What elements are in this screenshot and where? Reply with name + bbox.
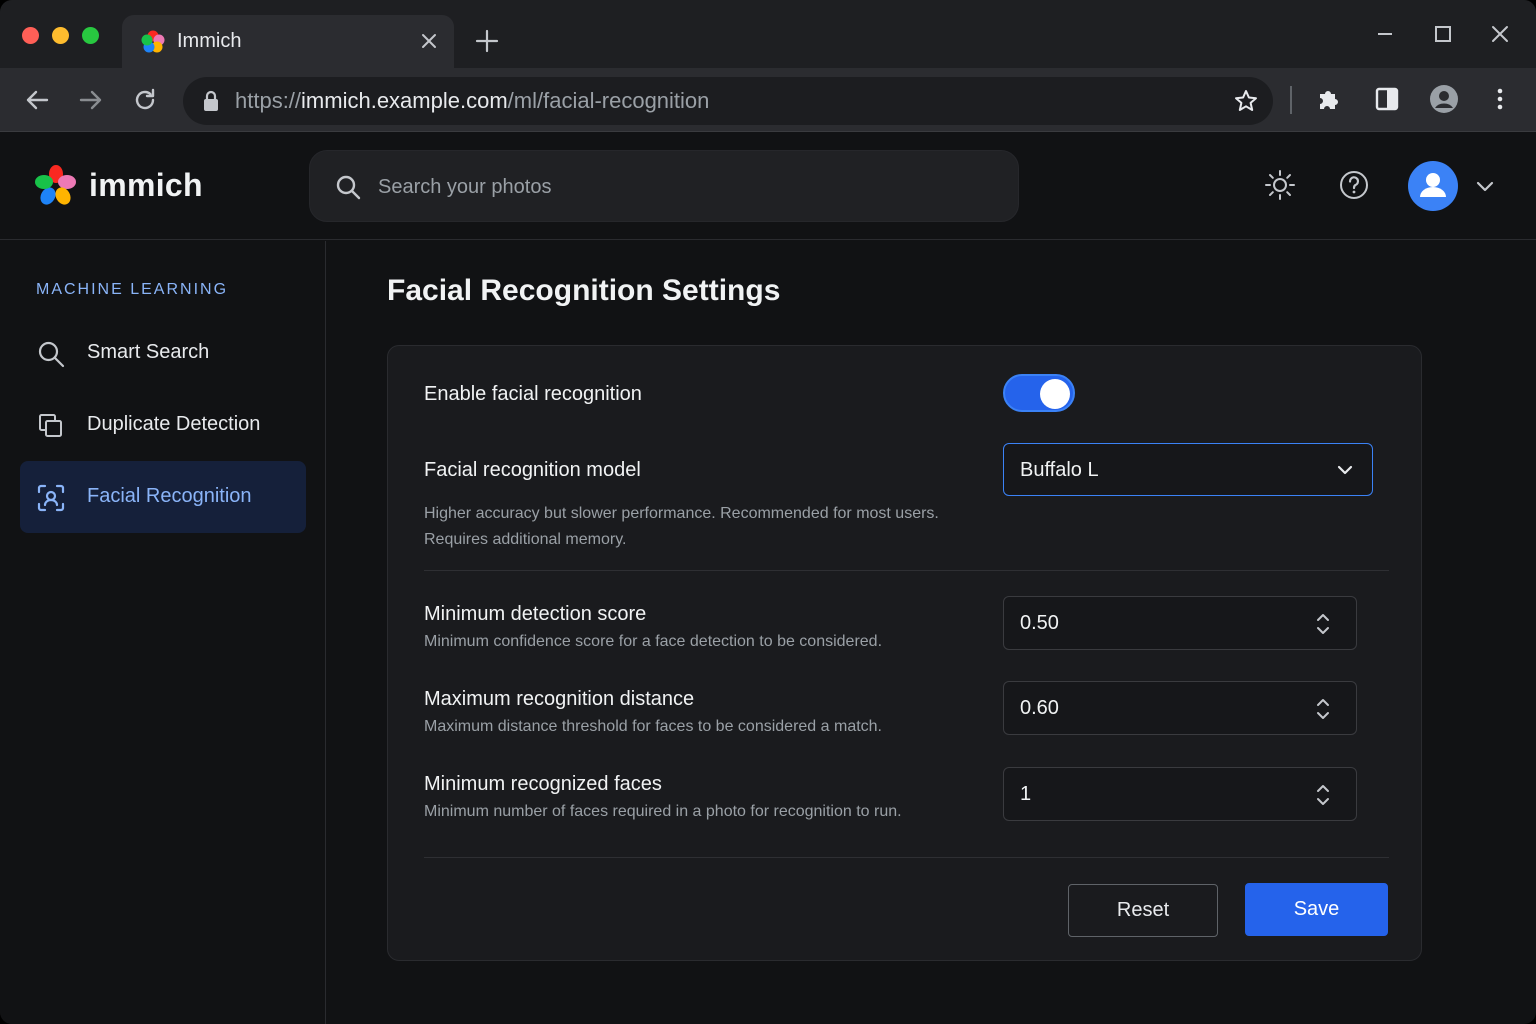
divider bbox=[424, 570, 1389, 571]
theme-sun-icon[interactable] bbox=[1262, 167, 1298, 203]
min-recognized-faces-label: Minimum recognized faces bbox=[424, 773, 662, 795]
sidebar-item-label: Facial Recognition bbox=[87, 485, 252, 507]
chevron-down-icon bbox=[1337, 465, 1353, 475]
search-input[interactable] bbox=[378, 169, 978, 205]
min-detection-score-input[interactable]: 0.50 bbox=[1003, 596, 1357, 650]
immich-favicon-icon bbox=[141, 30, 165, 53]
settings-card: Enable facial recognition Facial recogni… bbox=[387, 345, 1422, 961]
toggle-knob bbox=[1040, 379, 1070, 409]
browser-toolbar: https://immich.example.com/ml/facial-rec… bbox=[0, 68, 1536, 132]
duplicate-icon bbox=[39, 414, 62, 437]
search-bar[interactable] bbox=[309, 150, 1019, 222]
back-arrow-icon[interactable] bbox=[23, 86, 51, 114]
stepper-icon[interactable] bbox=[1310, 695, 1336, 723]
new-tab-icon[interactable] bbox=[474, 28, 500, 54]
enable-facial-recognition-label: Enable facial recognition bbox=[424, 383, 642, 405]
min-detection-score-description: Minimum confidence score for a face dete… bbox=[424, 633, 883, 650]
sidebar-item-duplicate-detection[interactable]: Duplicate Detection bbox=[20, 389, 306, 461]
chevron-down-icon[interactable] bbox=[1472, 173, 1498, 199]
model-select-value: Buffalo L bbox=[1020, 459, 1099, 481]
stepper-icon[interactable] bbox=[1310, 781, 1336, 809]
divider bbox=[424, 857, 1389, 858]
stepper-icon[interactable] bbox=[1310, 610, 1336, 638]
browser-tab[interactable]: Immich bbox=[122, 15, 454, 68]
search-icon bbox=[336, 175, 361, 200]
enable-facial-recognition-toggle[interactable] bbox=[1003, 374, 1075, 412]
close-window-dot[interactable] bbox=[22, 27, 39, 44]
brand-name[interactable]: immich bbox=[89, 167, 203, 204]
max-recognition-distance-value: 0.60 bbox=[1020, 697, 1059, 719]
close-tab-icon[interactable] bbox=[417, 29, 441, 53]
page-title: Facial Recognition Settings bbox=[387, 274, 781, 307]
sidebar: MACHINE LEARNING Smart Search Duplicate … bbox=[0, 241, 326, 1024]
bookmark-star-icon[interactable] bbox=[1233, 88, 1259, 114]
max-recognition-distance-description: Maximum distance threshold for faces to … bbox=[424, 718, 882, 735]
min-detection-score-value: 0.50 bbox=[1020, 612, 1059, 634]
model-select[interactable]: Buffalo L bbox=[1003, 443, 1373, 496]
search-icon bbox=[38, 341, 65, 368]
lock-icon bbox=[204, 90, 218, 111]
minimize-icon[interactable] bbox=[1373, 22, 1397, 46]
immich-logo-icon[interactable] bbox=[33, 163, 79, 209]
sidebar-item-label: Duplicate Detection bbox=[87, 413, 261, 435]
url-text: https://immich.example.com/ml/facial-rec… bbox=[235, 88, 710, 113]
min-recognized-faces-description: Minimum number of faces required in a ph… bbox=[424, 803, 902, 820]
address-bar[interactable]: https://immich.example.com/ml/facial-rec… bbox=[183, 77, 1273, 125]
max-recognition-distance-label: Maximum recognition distance bbox=[424, 688, 695, 710]
browser-window: Immich https://immich.example.com/ml/fac… bbox=[0, 0, 1536, 1024]
user-avatar[interactable] bbox=[1408, 161, 1458, 211]
max-recognition-distance-input[interactable]: 0.60 bbox=[1003, 681, 1357, 735]
help-icon[interactable] bbox=[1336, 167, 1372, 203]
profile-icon[interactable] bbox=[1429, 84, 1459, 114]
min-detection-score-label: Minimum detection score bbox=[424, 603, 647, 625]
sidebar-item-facial-recognition[interactable]: Facial Recognition bbox=[20, 461, 306, 533]
model-label: Facial recognition model bbox=[424, 459, 641, 481]
minimize-window-dot[interactable] bbox=[52, 27, 69, 44]
browser-menu-icon[interactable] bbox=[1485, 84, 1515, 114]
model-description: Higher accuracy but slower performance. … bbox=[424, 505, 939, 548]
sidebar-heading: MACHINE LEARNING bbox=[36, 281, 229, 298]
tab-strip: Immich bbox=[0, 0, 1536, 68]
min-recognized-faces-value: 1 bbox=[1020, 783, 1032, 805]
min-recognized-faces-input[interactable]: 1 bbox=[1003, 767, 1357, 821]
tab-title: Immich bbox=[177, 30, 242, 52]
toolbar-separator bbox=[1290, 86, 1292, 114]
extensions-puzzle-icon[interactable] bbox=[1314, 84, 1344, 114]
app-header: immich bbox=[0, 133, 1536, 240]
zoom-window-dot[interactable] bbox=[82, 27, 99, 44]
user-icon bbox=[1420, 173, 1446, 197]
save-button[interactable]: Save bbox=[1245, 883, 1388, 936]
side-panel-icon[interactable] bbox=[1372, 84, 1402, 114]
face-scan-icon bbox=[37, 484, 65, 512]
reset-button[interactable]: Reset bbox=[1068, 884, 1218, 937]
sidebar-item-smart-search[interactable]: Smart Search bbox=[20, 317, 306, 389]
sidebar-item-label: Smart Search bbox=[87, 341, 210, 363]
maximize-icon[interactable] bbox=[1431, 22, 1455, 46]
reload-icon[interactable] bbox=[131, 86, 159, 114]
close-icon[interactable] bbox=[1488, 22, 1512, 46]
forward-arrow-icon[interactable] bbox=[77, 86, 105, 114]
